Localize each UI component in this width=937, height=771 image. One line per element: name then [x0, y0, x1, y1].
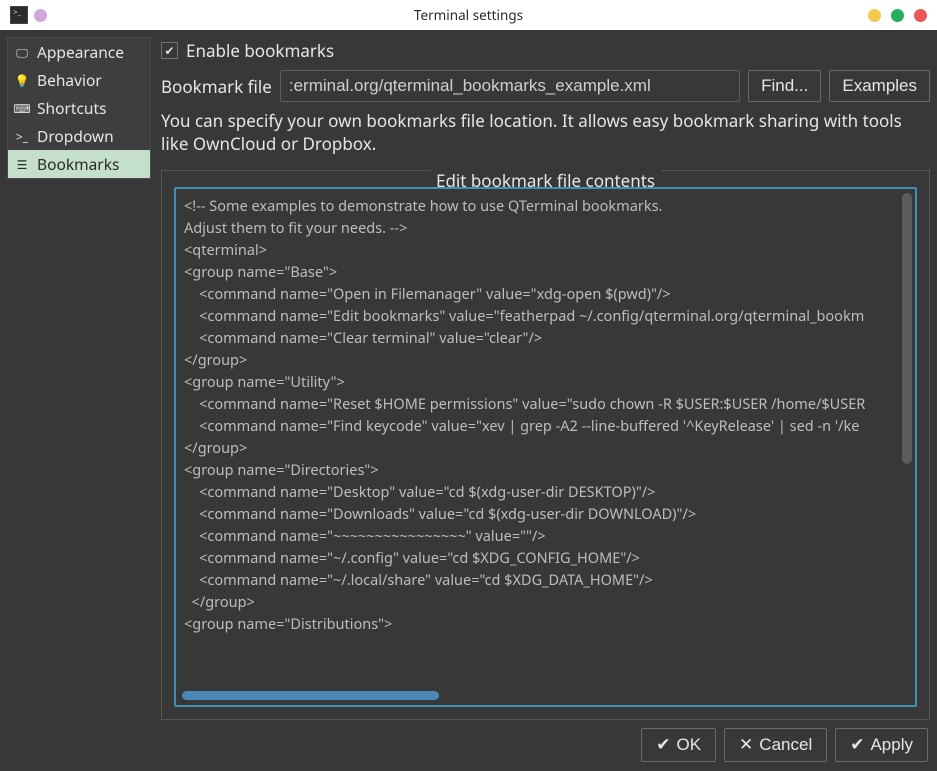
enable-bookmarks-row: ✔ Enable bookmarks [161, 39, 930, 62]
apply-button[interactable]: ✔ Apply [835, 728, 928, 762]
check-icon: ✔ [850, 735, 864, 755]
horizontal-scrollbar[interactable] [182, 691, 897, 700]
sidebar-item-shortcuts[interactable]: ⌨ Shortcuts [8, 94, 150, 122]
bookmark-hint: You can specify your own bookmarks file … [161, 110, 930, 156]
sidebar-item-label: Behavior [37, 69, 102, 91]
sidebar-item-label: Dropdown [37, 125, 114, 147]
sidebar-item-behavior[interactable]: 💡 Behavior [8, 66, 150, 94]
app-terminal-icon: >_ [10, 6, 28, 24]
settings-window: >_ Terminal settings 🖵 Appearance 💡 Behavio… [0, 0, 937, 771]
sidebar-item-label: Appearance [37, 41, 124, 63]
window-title: Terminal settings [414, 6, 523, 24]
pin-icon[interactable] [34, 9, 47, 22]
enable-bookmarks-label: Enable bookmarks [186, 39, 334, 62]
edit-bookmark-groupbox: Edit bookmark file contents <!-- Some ex… [161, 170, 930, 720]
minimize-icon[interactable] [868, 9, 881, 22]
x-icon: ✕ [739, 735, 753, 755]
close-icon[interactable] [914, 9, 927, 22]
sidebar-item-appearance[interactable]: 🖵 Appearance [8, 38, 150, 66]
bookmark-icon: ☰ [14, 156, 30, 173]
vertical-scroll-thumb[interactable] [902, 193, 912, 464]
window-controls [868, 9, 927, 22]
enable-bookmarks-checkbox[interactable]: ✔ [161, 42, 178, 59]
titlebar-left: >_ [10, 6, 47, 24]
lightbulb-icon: 💡 [14, 72, 30, 89]
keyboard-icon: ⌨ [14, 100, 30, 117]
check-icon: ✔ [656, 735, 670, 755]
sidebar-item-dropdown[interactable]: >_ Dropdown [8, 122, 150, 150]
settings-sidebar: 🖵 Appearance 💡 Behavior ⌨ Shortcuts >_ Dropdown… [7, 37, 151, 179]
bookmark-file-row: Bookmark file Find... Examples [161, 70, 930, 102]
ok-button[interactable]: ✔ OK [641, 728, 716, 762]
cancel-label: Cancel [759, 735, 812, 755]
bookmark-editor[interactable]: <!-- Some examples to demonstrate how to… [176, 189, 902, 705]
bookmark-file-input[interactable] [280, 70, 740, 102]
sidebar-item-bookmarks[interactable]: ☰ Bookmarks [8, 150, 150, 178]
editor-wrap: <!-- Some examples to demonstrate how to… [174, 187, 917, 707]
dialog-body: 🖵 Appearance 💡 Behavior ⌨ Shortcuts >_ Dropdown… [0, 30, 937, 771]
sidebar-item-label: Shortcuts [37, 97, 107, 119]
bookmark-file-label: Bookmark file [161, 75, 272, 98]
titlebar: >_ Terminal settings [0, 0, 937, 30]
dialog-footer: ✔ OK ✕ Cancel ✔ Apply [7, 720, 930, 764]
ok-label: OK [676, 735, 701, 755]
bookmarks-panel: ✔ Enable bookmarks Bookmark file Find...… [161, 37, 930, 720]
cancel-button[interactable]: ✕ Cancel [724, 728, 827, 762]
sidebar-item-label: Bookmarks [37, 153, 119, 175]
find-button[interactable]: Find... [748, 70, 821, 102]
maximize-icon[interactable] [891, 9, 904, 22]
vertical-scrollbar[interactable] [902, 193, 912, 685]
monitor-icon: 🖵 [14, 44, 30, 61]
terminal-icon: >_ [14, 128, 30, 145]
examples-button[interactable]: Examples [829, 70, 930, 102]
apply-label: Apply [870, 735, 913, 755]
horizontal-scroll-thumb[interactable] [182, 691, 439, 700]
